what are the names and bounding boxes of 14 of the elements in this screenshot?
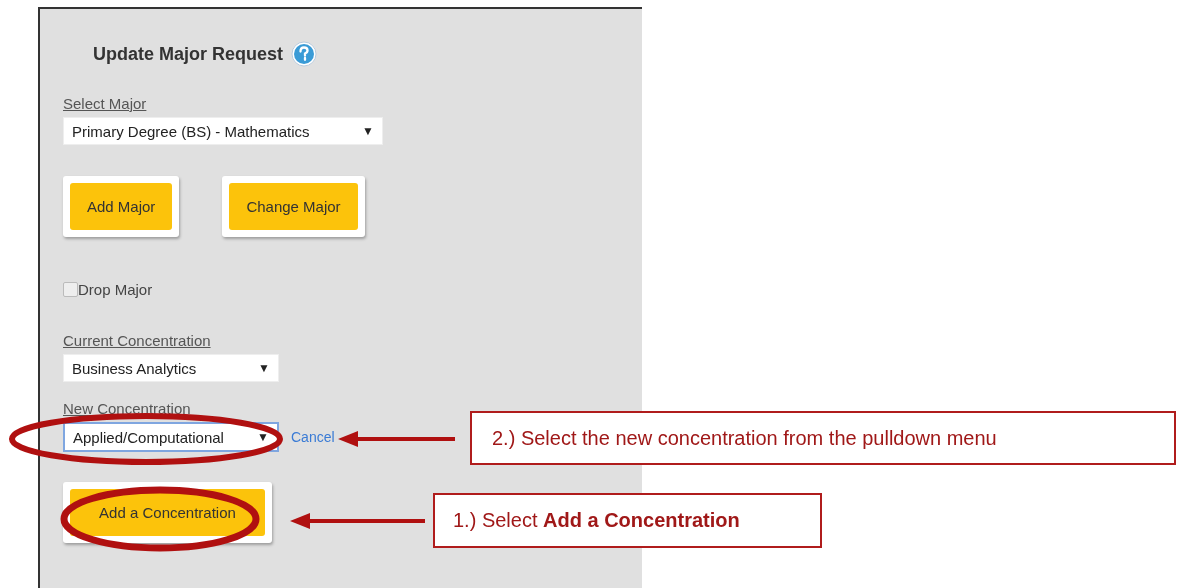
field-label: Current Concentration <box>63 332 211 349</box>
concentration-dropdown[interactable]: Business Analytics ▼ <box>63 354 279 382</box>
help-icon[interactable] <box>291 41 318 67</box>
concentration-dropdown[interactable]: Applied/Computational ▼ <box>63 422 279 452</box>
drop-major-checkbox[interactable] <box>63 282 78 297</box>
callout-box: 1.) Select Add a Concentration <box>433 493 822 548</box>
form-title: Update Major Request <box>93 43 284 65</box>
callout-box: 2.) Select the new concentration from the pulldown menu <box>470 411 1176 465</box>
field-label: New Concentration <box>63 400 191 417</box>
field-label: Select Major <box>63 95 147 112</box>
checkbox-label: Drop Major <box>78 281 153 298</box>
major-button[interactable]: Add Major <box>70 183 173 230</box>
major-dropdown[interactable]: Primary Degree (BS) - Mathematics ▼ <box>63 117 383 145</box>
major-button[interactable]: Change Major <box>229 183 358 230</box>
